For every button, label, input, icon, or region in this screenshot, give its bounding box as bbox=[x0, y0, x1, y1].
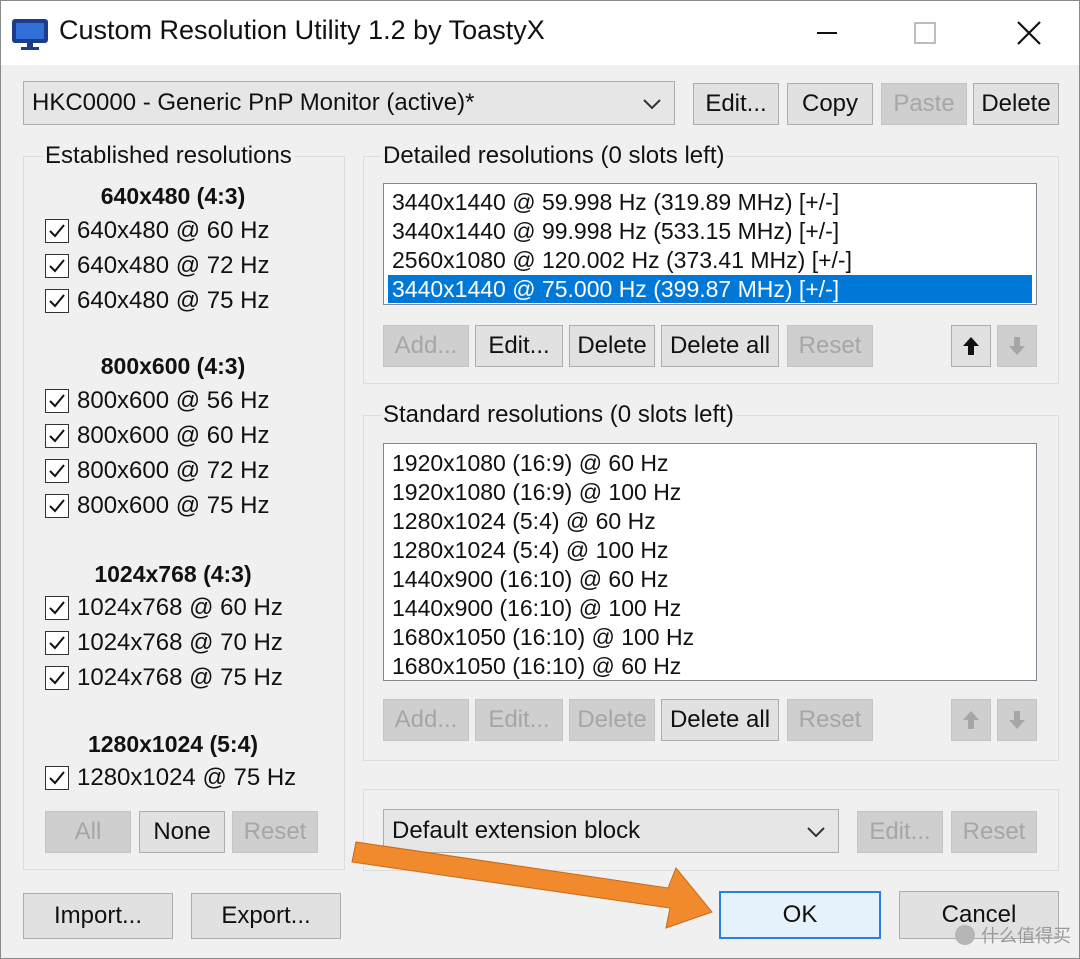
checkbox-checked-icon bbox=[45, 631, 69, 655]
established-heading: 1280x1024 (5:4) bbox=[87, 731, 259, 757]
export-button[interactable]: Export... bbox=[191, 893, 341, 939]
standard-add-button[interactable]: Add... bbox=[383, 699, 469, 741]
monitor-paste-button[interactable]: Paste bbox=[881, 83, 967, 125]
established-checkbox[interactable]: 800x600 @ 56 Hz bbox=[45, 386, 269, 416]
checkbox-checked-icon bbox=[45, 666, 69, 690]
monitor-copy-button[interactable]: Copy bbox=[787, 83, 873, 125]
standard-list-item[interactable]: 1440x900 (16:10) @ 100 Hz bbox=[388, 594, 1032, 622]
monitor-select-value: HKC0000 - Generic PnP Monitor (active)* bbox=[32, 89, 475, 116]
detailed-list[interactable]: 3440x1440 @ 59.998 Hz (319.89 MHz) [+/-]… bbox=[383, 183, 1037, 305]
detailed-reset-button[interactable]: Reset bbox=[787, 325, 873, 367]
chevron-down-icon bbox=[806, 817, 826, 845]
standard-delete-button[interactable]: Delete bbox=[569, 699, 655, 741]
detailed-delete-all-button[interactable]: Delete all bbox=[661, 325, 779, 367]
checkbox-checked-icon bbox=[45, 389, 69, 413]
arrow-down-icon bbox=[1009, 711, 1025, 729]
extension-reset-button[interactable]: Reset bbox=[951, 811, 1037, 853]
detailed-list-item[interactable]: 3440x1440 @ 99.998 Hz (533.15 MHz) [+/-] bbox=[388, 217, 1032, 245]
standard-list-item[interactable]: 1920x1080 (16:9) @ 100 Hz bbox=[388, 478, 1032, 506]
established-checkbox[interactable]: 800x600 @ 75 Hz bbox=[45, 491, 269, 521]
watermark-text: 什么值得买 bbox=[981, 926, 1071, 946]
checkbox-checked-icon bbox=[45, 766, 69, 790]
established-checkbox[interactable]: 1024x768 @ 75 Hz bbox=[45, 663, 283, 693]
window-title: Custom Resolution Utility 1.2 by ToastyX bbox=[59, 15, 545, 45]
checkbox-checked-icon bbox=[45, 494, 69, 518]
detailed-list-item-selected[interactable]: 3440x1440 @ 75.000 Hz (399.87 MHz) [+/-] bbox=[388, 275, 1032, 303]
standard-list-item[interactable]: 1680x1050 (16:10) @ 100 Hz bbox=[388, 623, 1032, 651]
checkbox-checked-icon bbox=[45, 596, 69, 620]
checkbox-checked-icon bbox=[45, 219, 69, 243]
standard-move-up-button[interactable] bbox=[951, 699, 991, 741]
standard-list-item[interactable]: 1920x1080 (16:9) @ 60 Hz bbox=[388, 449, 1032, 477]
standard-title: Standard resolutions (0 slots left) bbox=[381, 401, 736, 429]
established-heading: 800x600 (4:3) bbox=[100, 353, 246, 379]
import-button[interactable]: Import... bbox=[23, 893, 173, 939]
standard-list[interactable]: 1920x1080 (16:9) @ 60 Hz 1920x1080 (16:9… bbox=[383, 443, 1037, 681]
established-reset-button[interactable]: Reset bbox=[232, 811, 318, 853]
monitor-icon bbox=[11, 17, 49, 51]
established-checkbox[interactable]: 640x480 @ 75 Hz bbox=[45, 286, 269, 316]
checkbox-checked-icon bbox=[45, 289, 69, 313]
arrow-up-icon bbox=[963, 711, 979, 729]
detailed-title: Detailed resolutions (0 slots left) bbox=[381, 142, 727, 170]
standard-delete-all-button[interactable]: Delete all bbox=[661, 699, 779, 741]
monitor-edit-button[interactable]: Edit... bbox=[693, 83, 779, 125]
arrow-down-icon bbox=[1009, 337, 1025, 355]
established-checkbox[interactable]: 640x480 @ 60 Hz bbox=[45, 216, 269, 246]
extension-block-value: Default extension block bbox=[392, 817, 641, 844]
detailed-edit-button[interactable]: Edit... bbox=[475, 325, 563, 367]
established-heading: 1024x768 (4:3) bbox=[94, 561, 252, 587]
chevron-down-icon bbox=[642, 89, 662, 117]
detailed-list-item[interactable]: 3440x1440 @ 59.998 Hz (319.89 MHz) [+/-] bbox=[388, 188, 1032, 216]
extension-block-select[interactable]: Default extension block bbox=[383, 809, 839, 853]
standard-list-item[interactable]: 1280x1024 (5:4) @ 60 Hz bbox=[388, 507, 1032, 535]
monitor-select[interactable]: HKC0000 - Generic PnP Monitor (active)* bbox=[23, 81, 675, 125]
maximize-icon[interactable] bbox=[885, 7, 965, 59]
established-checkbox[interactable]: 800x600 @ 60 Hz bbox=[45, 421, 269, 451]
arrow-up-icon bbox=[963, 337, 979, 355]
established-checkbox[interactable]: 1024x768 @ 70 Hz bbox=[45, 628, 283, 658]
detailed-delete-button[interactable]: Delete bbox=[569, 325, 655, 367]
ok-button[interactable]: OK bbox=[719, 891, 881, 939]
established-all-button[interactable]: All bbox=[45, 811, 131, 853]
established-checkbox[interactable]: 1024x768 @ 60 Hz bbox=[45, 593, 283, 623]
standard-list-item[interactable]: 1280x1024 (5:4) @ 100 Hz bbox=[388, 536, 1032, 564]
extension-edit-button[interactable]: Edit... bbox=[857, 811, 943, 853]
title-bar: Custom Resolution Utility 1.2 by ToastyX bbox=[1, 1, 1079, 65]
standard-edit-button[interactable]: Edit... bbox=[475, 699, 563, 741]
close-icon[interactable] bbox=[989, 7, 1069, 59]
established-checkbox[interactable]: 640x480 @ 72 Hz bbox=[45, 251, 269, 281]
watermark: 什么值得买 bbox=[955, 922, 1071, 948]
standard-reset-button[interactable]: Reset bbox=[787, 699, 873, 741]
detailed-move-up-button[interactable] bbox=[951, 325, 991, 367]
watermark-logo-icon bbox=[955, 925, 975, 945]
monitor-delete-button[interactable]: Delete bbox=[973, 83, 1059, 125]
established-checkbox[interactable]: 1280x1024 @ 75 Hz bbox=[45, 763, 296, 793]
minimize-icon[interactable] bbox=[787, 7, 867, 59]
checkbox-checked-icon bbox=[45, 424, 69, 448]
established-title: Established resolutions bbox=[43, 142, 294, 170]
standard-move-down-button[interactable] bbox=[997, 699, 1037, 741]
checkbox-checked-icon bbox=[45, 459, 69, 483]
app-window: Custom Resolution Utility 1.2 by ToastyX… bbox=[0, 0, 1080, 959]
standard-list-item[interactable]: 1440x900 (16:10) @ 60 Hz bbox=[388, 565, 1032, 593]
detailed-add-button[interactable]: Add... bbox=[383, 325, 469, 367]
established-none-button[interactable]: None bbox=[139, 811, 225, 853]
standard-list-item[interactable]: 1680x1050 (16:10) @ 60 Hz bbox=[388, 652, 1032, 680]
detailed-list-item[interactable]: 2560x1080 @ 120.002 Hz (373.41 MHz) [+/-… bbox=[388, 246, 1032, 274]
detailed-move-down-button[interactable] bbox=[997, 325, 1037, 367]
established-heading: 640x480 (4:3) bbox=[100, 183, 246, 209]
established-checkbox[interactable]: 800x600 @ 72 Hz bbox=[45, 456, 269, 486]
checkbox-checked-icon bbox=[45, 254, 69, 278]
